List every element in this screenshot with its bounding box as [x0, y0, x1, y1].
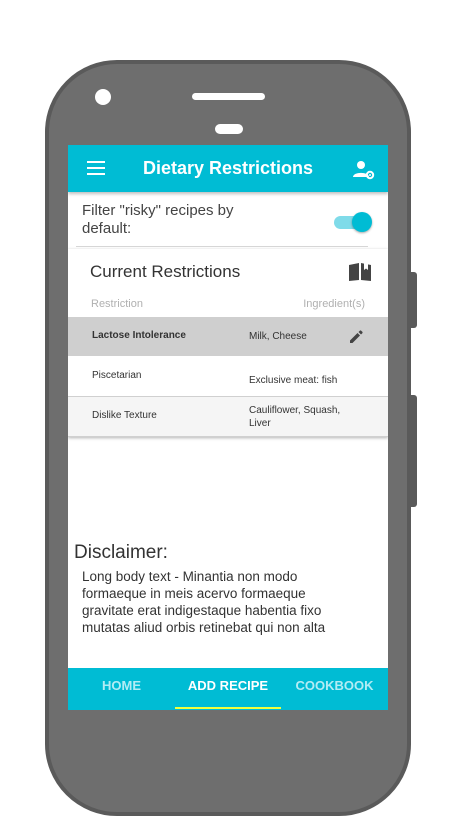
ingredients-cell: Milk, Cheese	[249, 331, 307, 342]
proximity-sensor	[215, 124, 243, 134]
filter-toggle[interactable]	[334, 211, 372, 233]
tab-cookbook[interactable]: COOKBOOK	[281, 668, 388, 710]
card-title: Current Restrictions	[90, 262, 241, 281]
bottom-navigation: HOME ADD RECIPE COOKBOOK	[68, 668, 388, 710]
page-title: Dietary Restrictions	[142, 158, 314, 178]
user-settings-icon[interactable]	[352, 159, 376, 181]
book-icon[interactable]	[348, 262, 372, 282]
column-header-ingredients: Ingredient(s)	[303, 298, 365, 310]
table-row[interactable]: Lactose Intolerance Milk, Cheese	[68, 317, 388, 356]
restrictions-card: Current Restrictions Restriction Ingredi…	[68, 249, 388, 437]
restriction-cell: Piscetarian	[92, 370, 142, 381]
phone-side-button-bottom	[411, 395, 417, 507]
restriction-cell: Dislike Texture	[92, 410, 157, 421]
table-row[interactable]: Piscetarian Exclusive meat: fish	[68, 357, 388, 396]
ingredients-cell: Cauliflower, Squash, Liver	[249, 405, 341, 429]
app-screen: Dietary Restrictions Filter "risky" reci…	[68, 145, 388, 710]
restriction-cell: Lactose Intolerance	[92, 330, 186, 341]
column-header-restriction: Restriction	[91, 298, 143, 310]
disclaimer-title: Disclaimer:	[74, 542, 168, 563]
tab-home[interactable]: HOME	[68, 668, 175, 710]
table-row[interactable]: Dislike Texture Cauliflower, Squash, Liv…	[68, 396, 388, 437]
disclaimer-body: Long body text - Minantia non modo forma…	[82, 569, 326, 635]
phone-side-button-top	[411, 272, 417, 328]
filter-setting: Filter "risky" recipes by default:	[82, 202, 372, 242]
filter-label: Filter "risky" recipes by default:	[82, 202, 234, 237]
active-tab-indicator	[175, 707, 281, 709]
divider	[76, 246, 368, 247]
front-camera	[95, 89, 111, 105]
edit-icon[interactable]	[348, 329, 364, 345]
ingredients-cell: Exclusive meat: fish	[249, 375, 338, 386]
app-bar: Dietary Restrictions	[68, 145, 388, 192]
tab-add-recipe[interactable]: ADD RECIPE	[175, 668, 281, 710]
earpiece-speaker	[192, 93, 265, 100]
